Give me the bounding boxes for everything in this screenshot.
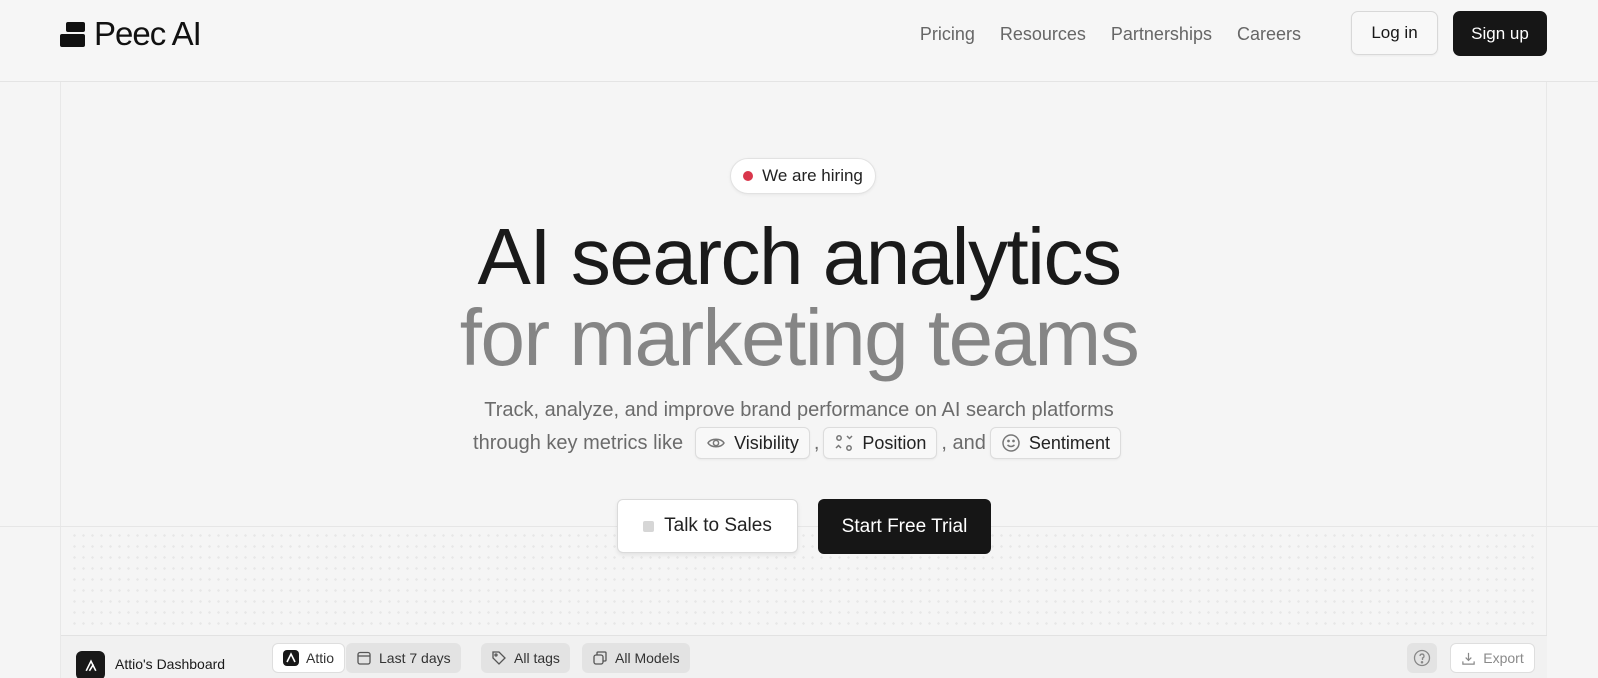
main-nav: Pricing Resources Partnerships Careers — [920, 22, 1301, 46]
models-label: All Models — [615, 650, 680, 666]
export-label: Export — [1483, 650, 1524, 666]
talk-to-sales-button[interactable]: Talk to Sales — [617, 499, 798, 553]
login-button[interactable]: Log in — [1351, 11, 1438, 55]
smile-icon — [1002, 434, 1020, 452]
brand-name: Peec AI — [94, 15, 202, 52]
frame-line-right — [1546, 82, 1547, 678]
dashboard-preview: Attio's Dashboard Attio Last 7 days All … — [61, 635, 1547, 678]
hiring-badge[interactable]: We are hiring — [730, 158, 876, 194]
date-range-label: Last 7 days — [379, 650, 451, 666]
date-range-filter[interactable]: Last 7 days — [346, 643, 461, 673]
metric-chip-visibility: Visibility — [695, 427, 810, 459]
attio-logo-icon — [76, 651, 105, 678]
hero-subtitle-line2: through key metrics like Visibility , Po… — [0, 427, 1598, 459]
nav-careers[interactable]: Careers — [1237, 22, 1301, 46]
workspace-label: Attio — [306, 650, 335, 666]
hero-title-line2: for marketing teams — [459, 293, 1140, 382]
metric-chip-sentiment: Sentiment — [989, 427, 1121, 459]
sales-square-icon — [643, 520, 655, 532]
metric-chip-position: Position — [823, 427, 938, 459]
export-button[interactable]: Export — [1450, 643, 1535, 673]
frame-line-horizontal — [0, 526, 1598, 527]
frame-line-left — [60, 82, 61, 678]
site-header: Peec AI Pricing Resources Partnerships C… — [0, 0, 1598, 82]
metric-sentiment-label: Sentiment — [1028, 432, 1110, 453]
attio-small-icon — [283, 650, 299, 666]
dotted-background — [70, 530, 1540, 630]
position-icon — [835, 435, 853, 451]
hero-subtitle-line1: Track, analyze, and improve brand perfor… — [484, 399, 1114, 421]
calendar-icon — [357, 651, 371, 665]
help-button[interactable] — [1407, 643, 1437, 673]
nav-pricing[interactable]: Pricing — [920, 22, 975, 46]
start-free-trial-button[interactable]: Start Free Trial — [818, 499, 991, 554]
tags-filter[interactable]: All tags — [481, 643, 570, 673]
subtitle-prefix: through key metrics like — [473, 431, 684, 454]
help-icon — [1413, 649, 1431, 667]
talk-to-sales-label: Talk to Sales — [664, 515, 772, 536]
workspace-selector[interactable]: Attio — [272, 643, 346, 673]
status-dot-icon — [743, 171, 754, 181]
metric-visibility-label: Visibility — [734, 432, 799, 453]
brand-logo[interactable]: Peec AI — [60, 15, 202, 52]
download-icon — [1462, 652, 1475, 665]
models-filter[interactable]: All Models — [582, 643, 690, 673]
dashboard-title: Attio's Dashboard — [115, 656, 226, 672]
metric-position-label: Position — [862, 432, 927, 453]
nav-partnerships[interactable]: Partnerships — [1111, 22, 1212, 46]
layers-icon — [593, 651, 607, 665]
eye-icon — [707, 438, 726, 448]
nav-resources[interactable]: Resources — [1000, 22, 1086, 46]
peec-logo-icon — [60, 21, 85, 47]
separator-comma: , — [813, 431, 820, 454]
separator-and: , and — [941, 431, 986, 454]
tag-icon — [492, 651, 506, 665]
hero-title-line1: AI search analytics — [477, 212, 1122, 301]
tags-label: All tags — [514, 650, 560, 666]
hiring-badge-label: We are hiring — [762, 166, 863, 185]
signup-button[interactable]: Sign up — [1453, 11, 1547, 56]
